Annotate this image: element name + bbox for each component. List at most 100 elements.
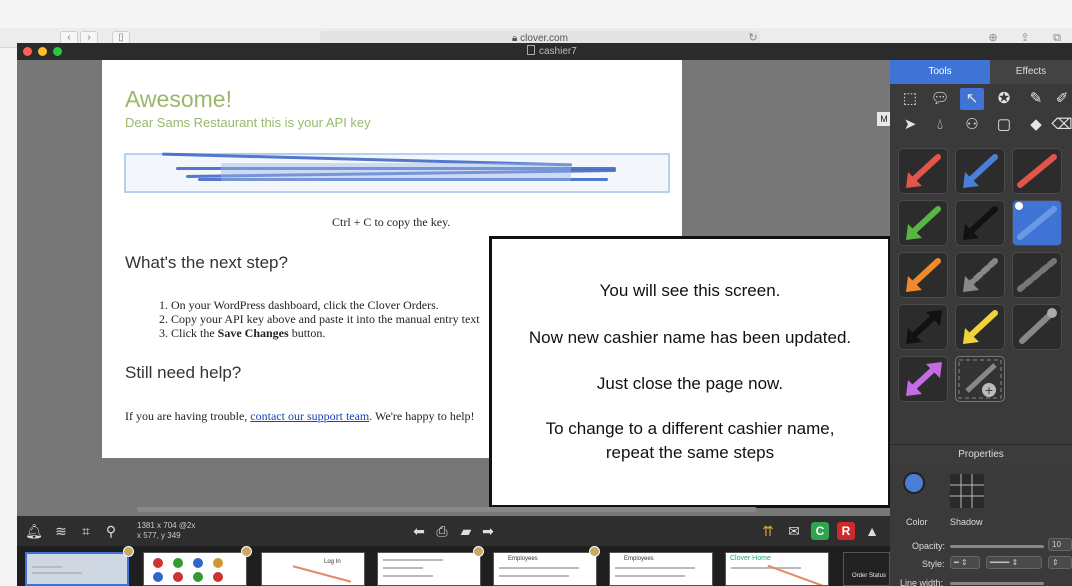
line-style-dashed[interactable] (1012, 252, 1062, 298)
line-width-slider[interactable] (950, 582, 1044, 585)
canvas[interactable]: Awesome! Dear Sams Restaurant this is yo… (17, 60, 891, 516)
style-extra-select[interactable]: ⇕ (1048, 556, 1072, 569)
thumbnail-item[interactable] (25, 552, 129, 586)
resize-icon[interactable]: ≋ (52, 522, 70, 540)
fill-tool-icon[interactable]: ◆ (1024, 114, 1048, 136)
tab-tools[interactable]: Tools (890, 60, 990, 84)
title-bar: cashier7 (17, 43, 1072, 60)
highlighter-tool-icon[interactable]: ✐ (1050, 88, 1072, 110)
line-style-select[interactable]: ━━━━ ⇕ (986, 556, 1042, 569)
thumbnail-star-icon (241, 546, 252, 557)
stamp-tool-icon[interactable]: ✪ (992, 88, 1016, 110)
panel-tabs: Tools Effects (890, 60, 1072, 84)
arrow-tool-icon[interactable]: ↖ (960, 88, 984, 110)
share-arrows-icon[interactable]: ⇈ (759, 522, 777, 540)
overlay-line: Just close the page now. (596, 374, 784, 393)
steps-list: 1. On your WordPress dashboard, click th… (159, 298, 480, 340)
folder-icon[interactable]: ▰ (457, 522, 475, 540)
arrow-style-blue[interactable] (955, 148, 1005, 194)
style-stepper[interactable]: ━ ⇕ (950, 556, 980, 569)
overlay-line: You will see this screen. (599, 281, 781, 300)
thumbnail-item[interactable]: Clover Home (725, 552, 829, 586)
collapse-up-icon[interactable]: ▲ (863, 522, 881, 540)
shadow-well[interactable] (950, 474, 984, 508)
thumb-line (499, 567, 579, 569)
arrow-style-purple-double[interactable] (898, 356, 948, 402)
overlay-line: Now new cashier name has been updated. (528, 328, 852, 347)
api-key-box (124, 152, 670, 193)
document-icon (527, 45, 535, 55)
arrow-style-green[interactable] (898, 200, 948, 246)
tab-effects[interactable]: Effects (990, 60, 1072, 84)
zoom-icon[interactable]: ⚲ (102, 522, 120, 540)
thumbnail-strip: Log In Employees Employees Clover Home O… (17, 546, 890, 586)
line-width-label: Line width: (900, 578, 944, 586)
thumb-label: Employees (508, 556, 538, 562)
overlay-line: repeat the same steps (605, 443, 775, 462)
trouble-text: If you are having trouble, contact our s… (125, 409, 475, 424)
marquee-tool-icon[interactable]: ⬚ (898, 88, 922, 110)
horizontal-scrollbar[interactable] (137, 507, 757, 512)
opacity-slider[interactable] (950, 545, 1044, 548)
skitch-window: cashier7 Awesome! Dear Sams Restaurant t… (17, 43, 1072, 586)
step-text: 3. Click the (159, 326, 218, 340)
thumbnail-item[interactable]: Order Status (843, 552, 890, 586)
thumbnail-item[interactable]: Employees (493, 552, 597, 586)
opacity-value[interactable]: 10 (1048, 538, 1072, 551)
crop-icon[interactable]: ⌗ (77, 522, 95, 540)
arrow-style-yellow[interactable] (955, 304, 1005, 350)
add-style-button[interactable]: + (955, 356, 1005, 402)
thumb-line (383, 567, 423, 569)
arrow-style-red[interactable] (898, 148, 948, 194)
tools-panel: Tools Effects ⬚ 💬︎ ↖ ✪ ✎ ✐ ➤ 💧︎ ⚇ ▢ ◆ ⌫ (890, 60, 1072, 586)
overlay-line: To change to a different cashier name, (545, 419, 835, 438)
thumb-label: Log In (324, 559, 341, 565)
previous-arrow-icon[interactable]: ⬅ (410, 522, 428, 540)
bell-icon[interactable]: 🔔︎ (25, 522, 43, 540)
thumbnail-star-icon (589, 546, 600, 557)
minimize-window-button[interactable] (38, 47, 47, 56)
shadow-label: Shadow (950, 517, 983, 527)
step-item: 2. Copy your API key above and paste it … (159, 312, 480, 326)
thumb-label: Order Status (852, 573, 887, 579)
arrow-style-gray-dashed[interactable] (955, 252, 1005, 298)
arrow-style-black[interactable] (955, 200, 1005, 246)
color-well[interactable] (903, 472, 925, 494)
thumbnail-item[interactable]: Employees (609, 552, 713, 586)
pen-tool-icon[interactable]: ✎ (1024, 88, 1048, 110)
c-app-badge[interactable]: C (811, 522, 829, 540)
arrow-style-orange[interactable] (898, 252, 948, 298)
thumb-arrow (292, 565, 352, 583)
thumb-line (615, 575, 685, 577)
thumbnail-item[interactable] (143, 552, 247, 586)
blur-drop-tool-icon[interactable]: 💧︎ (928, 114, 952, 136)
support-link[interactable]: contact our support team (250, 409, 369, 423)
zoom-window-button[interactable] (53, 47, 62, 56)
arrow-style-double-black[interactable] (898, 304, 948, 350)
line-style-red[interactable] (1012, 148, 1062, 194)
eraser-tool-icon[interactable]: ⌫ (1050, 114, 1072, 136)
trouble-prefix: If you are having trouble, (125, 409, 251, 423)
close-window-button[interactable] (23, 47, 32, 56)
next-arrow-icon[interactable]: ➡ (479, 522, 497, 540)
svg-text:+: + (984, 384, 993, 397)
pointer-tool-icon[interactable]: ➤ (898, 114, 922, 136)
style-label: Style: (922, 559, 945, 569)
opacity-label: Opacity: (912, 541, 946, 551)
thumbnail-item[interactable]: Log In (261, 552, 365, 586)
speech-bubble-tool-icon[interactable]: 💬︎ (928, 88, 952, 110)
r-app-badge[interactable]: R (837, 522, 855, 540)
line-style-gray-dot[interactable] (1012, 304, 1062, 350)
thumbnail-item[interactable] (377, 552, 481, 586)
pixelate-tool-icon[interactable]: ⚇ (960, 114, 984, 136)
thumb-line (32, 572, 82, 574)
inbox-icon[interactable]: ⎙ (433, 522, 451, 540)
crop-shape-tool-icon[interactable]: ▢ (992, 114, 1016, 136)
dimensions-readout: 1381 x 704 @2x x 577, y 349 (137, 521, 195, 541)
line-style-blue-selected[interactable] (1012, 200, 1062, 246)
help-heading: Still need help? (125, 363, 242, 382)
mail-icon[interactable]: ✉ (785, 522, 803, 540)
instruction-overlay: You will see this screen. Now new cashie… (489, 236, 891, 508)
dimensions-text: 1381 x 704 @2x (137, 521, 196, 530)
thumb-line (731, 567, 801, 569)
